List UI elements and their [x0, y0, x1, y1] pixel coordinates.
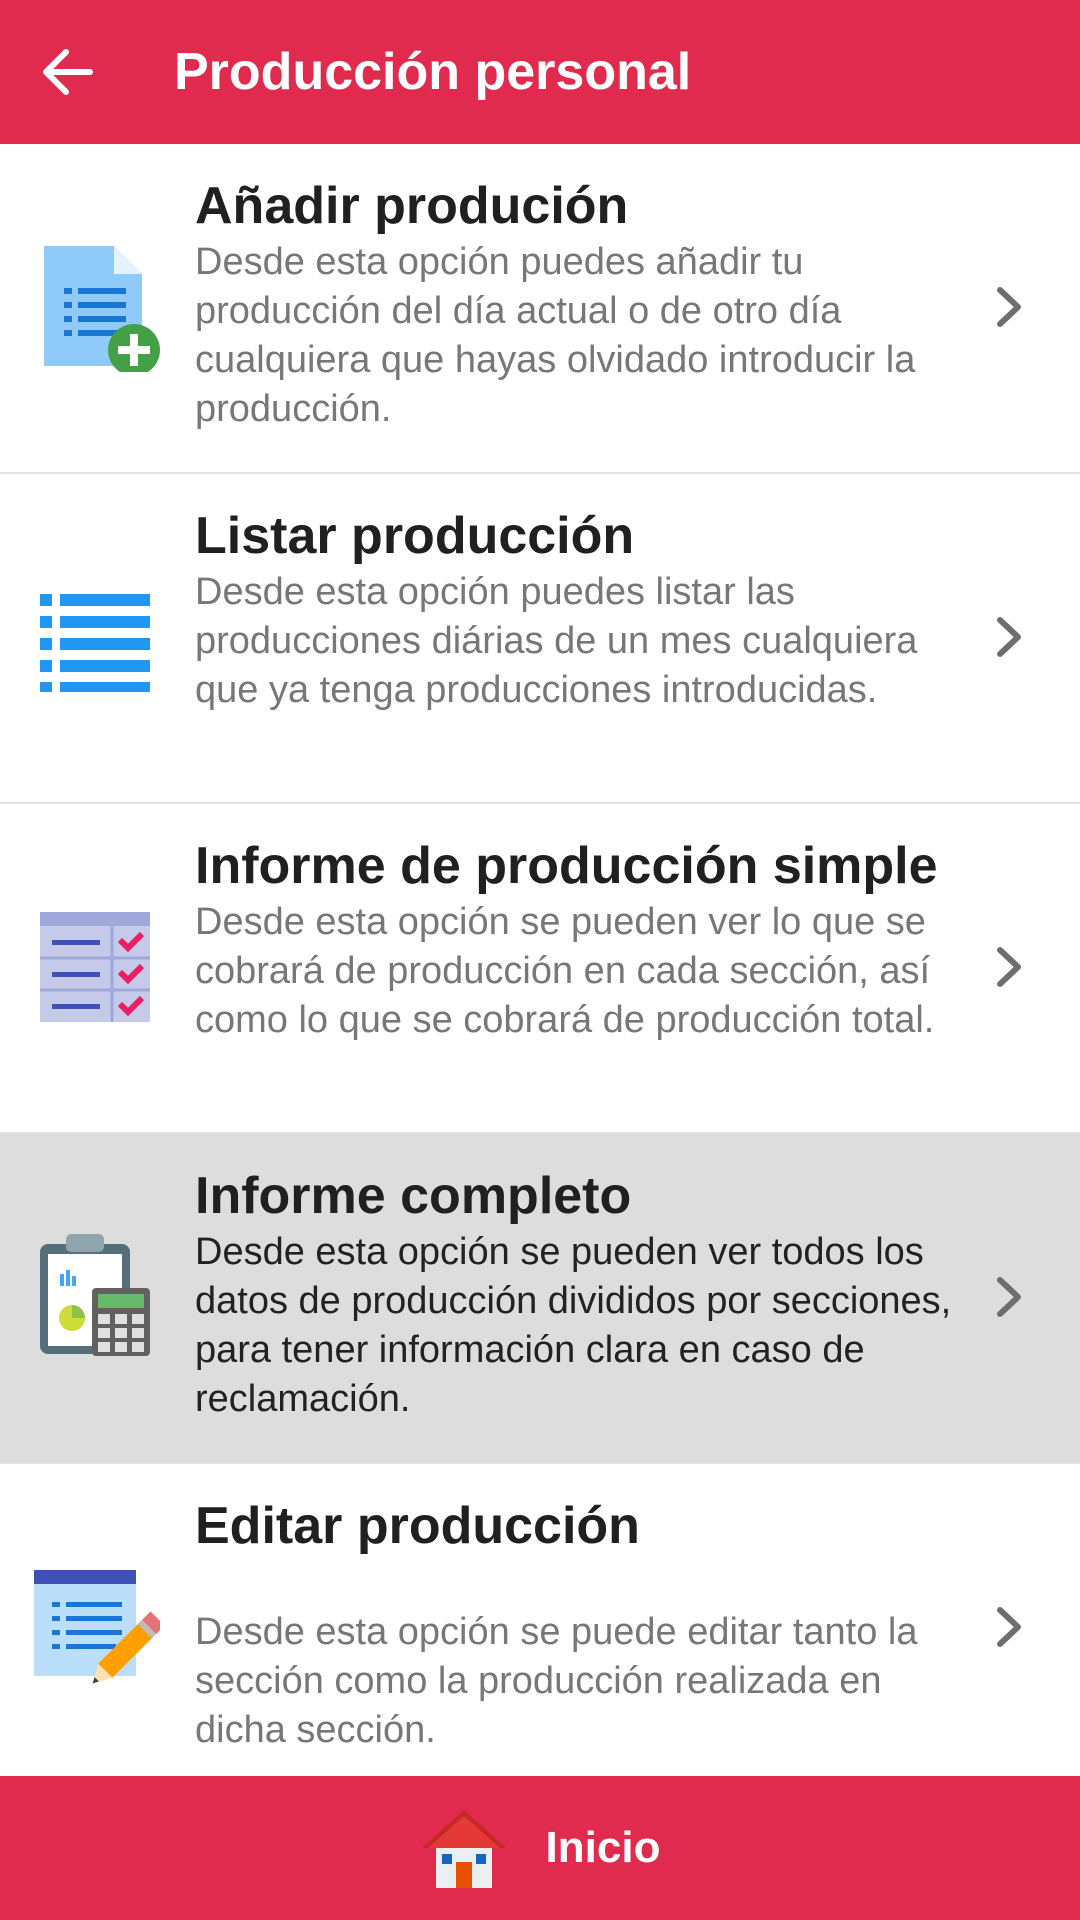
arrow-left-icon [43, 49, 93, 95]
menu-item-add-production[interactable]: Añadir produción Desde esta opción puede… [0, 144, 1080, 474]
home-button[interactable]: Inicio [0, 1776, 1080, 1920]
checklist-icon [40, 912, 150, 1022]
chevron-right-icon [997, 947, 1021, 987]
edit-document-icon [34, 1570, 160, 1684]
home-label: Inicio [545, 1823, 661, 1872]
home-icon [421, 1810, 506, 1888]
item-title: Informe de producción simple [195, 837, 938, 895]
chevron-right-icon [997, 1607, 1021, 1647]
chevron-right-icon [997, 1277, 1021, 1317]
item-description: Desde esta opción puedes añadir tu produ… [195, 241, 916, 430]
page-title: Producción personal [174, 43, 692, 101]
item-description: Desde esta opción se pueden ver todos lo… [195, 1231, 952, 1420]
add-document-icon [44, 246, 160, 372]
menu-item-list-production[interactable]: Listar producción Desde esta opción pued… [0, 474, 1080, 804]
menu-item-edit-production[interactable]: Editar producción Desde esta opción se p… [0, 1464, 1080, 1782]
item-title: Listar producción [195, 507, 635, 565]
item-description: Desde esta opción se puede editar tanto … [195, 1611, 918, 1751]
chevron-right-icon [997, 617, 1021, 657]
item-title: Editar producción [195, 1497, 640, 1555]
menu-item-simple-report[interactable]: Informe de producción simple Desde esta … [0, 804, 1080, 1134]
item-title: Informe completo [195, 1167, 632, 1225]
item-title: Añadir produción [195, 177, 629, 235]
list-icon [40, 594, 150, 692]
chevron-right-icon [997, 287, 1021, 327]
menu-list: Añadir produción Desde esta opción puede… [0, 144, 1080, 1782]
clipboard-calculator-icon [40, 1234, 150, 1356]
app-bar: Producción personal [0, 0, 1080, 144]
item-description: Desde esta opción puedes listar las prod… [195, 571, 918, 711]
menu-item-full-report[interactable]: Informe completo Desde esta opción se pu… [0, 1134, 1080, 1464]
back-button[interactable] [36, 36, 100, 108]
item-description: Desde esta opción se pueden ver lo que s… [195, 901, 935, 1041]
